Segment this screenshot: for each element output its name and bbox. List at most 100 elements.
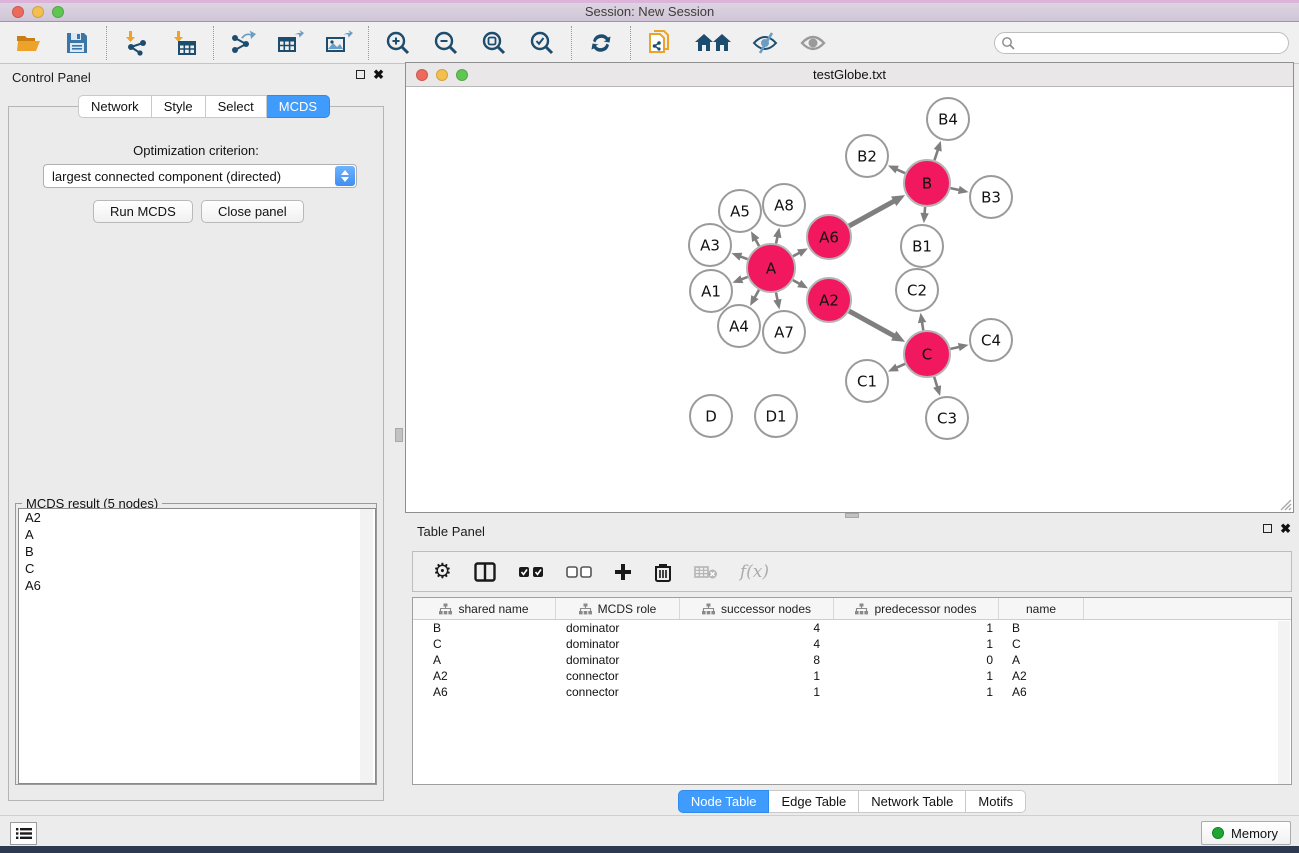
close-panel-icon[interactable]: ✖	[373, 69, 384, 80]
edge-A-A8[interactable]	[776, 236, 777, 243]
graph-node-B1[interactable]: B1	[901, 225, 943, 267]
table-cell[interactable]: C	[413, 637, 556, 651]
run-mcds-button[interactable]: Run MCDS	[93, 200, 193, 223]
table-cell[interactable]: 0	[834, 653, 999, 667]
refresh-layout-icon[interactable]	[586, 28, 616, 58]
table-cell[interactable]: 1	[834, 637, 999, 651]
table-cell[interactable]: dominator	[556, 637, 680, 651]
result-list-item[interactable]: B	[19, 543, 375, 560]
table-cell[interactable]: connector	[556, 685, 680, 699]
table-row[interactable]: Bdominator41B	[413, 620, 1291, 636]
vertical-splitter-handle[interactable]	[395, 428, 403, 442]
edge-A6-B[interactable]	[849, 201, 894, 226]
edge-C-C3[interactable]	[934, 377, 937, 388]
edge-C-C1[interactable]	[896, 364, 905, 368]
graph-node-D1[interactable]: D1	[755, 395, 797, 437]
tab-mcds[interactable]: MCDS	[267, 95, 330, 118]
edge-A-A3[interactable]	[740, 256, 748, 259]
table-cell[interactable]: C	[999, 637, 1084, 651]
network-window-titlebar[interactable]: testGlobe.txt	[406, 63, 1293, 87]
open-session-icon[interactable]	[14, 28, 44, 58]
table-cell[interactable]: B	[999, 621, 1084, 635]
tab-motifs[interactable]: Motifs	[966, 790, 1026, 813]
table-cell[interactable]: 1	[680, 685, 834, 699]
float-panel-icon[interactable]	[356, 70, 365, 79]
table-scrollbar[interactable]	[1278, 621, 1290, 785]
table-cell[interactable]: A	[999, 653, 1084, 667]
delete-column-trash-icon[interactable]	[654, 562, 672, 582]
table-cell[interactable]: A6	[999, 685, 1084, 699]
home-networks-icon[interactable]	[693, 28, 733, 58]
tab-edge-table[interactable]: Edge Table	[769, 790, 859, 813]
graph-node-A6[interactable]: A6	[807, 215, 851, 259]
table-cell[interactable]: B	[413, 621, 556, 635]
export-image-icon[interactable]	[324, 28, 354, 58]
table-cell[interactable]: 4	[680, 621, 834, 635]
table-settings-gear-icon[interactable]: ⚙	[433, 562, 452, 582]
table-row[interactable]: A6connector11A6	[413, 684, 1291, 700]
import-network-icon[interactable]	[121, 28, 151, 58]
graph-node-B[interactable]: B	[904, 160, 950, 206]
edge-B-B1[interactable]	[925, 207, 926, 214]
table-row[interactable]: Adominator80A	[413, 652, 1291, 668]
edge-C-C2[interactable]	[922, 322, 923, 331]
edge-B-B2[interactable]	[896, 169, 905, 173]
edge-A-A6[interactable]	[793, 253, 800, 257]
tab-network[interactable]: Network	[78, 95, 152, 118]
result-list-item[interactable]: C	[19, 560, 375, 577]
graph-node-C[interactable]: C	[904, 331, 950, 377]
table-cell[interactable]: dominator	[556, 653, 680, 667]
graph-node-C3[interactable]: C3	[926, 397, 968, 439]
graph-node-A[interactable]: A	[747, 244, 795, 292]
edge-B-B4[interactable]	[934, 149, 938, 160]
select-all-checkboxes-icon[interactable]	[518, 566, 544, 578]
memory-button[interactable]: Memory	[1201, 821, 1291, 845]
import-table-icon[interactable]	[169, 28, 199, 58]
edge-A-A1[interactable]	[741, 277, 748, 280]
show-eye-icon[interactable]	[799, 28, 829, 58]
table-row[interactable]: A2connector11A2	[413, 668, 1291, 684]
result-list-item[interactable]: A	[19, 526, 375, 543]
graph-node-D[interactable]: D	[690, 395, 732, 437]
export-table-icon[interactable]	[276, 28, 306, 58]
column-header-shared-name[interactable]: shared name	[413, 598, 556, 619]
graph-node-C1[interactable]: C1	[846, 360, 888, 402]
column-header-MCDS-role[interactable]: MCDS role	[556, 598, 680, 619]
table-cell[interactable]: 1	[834, 621, 999, 635]
search-input[interactable]	[994, 32, 1289, 54]
zoom-selected-icon[interactable]	[527, 28, 557, 58]
graph-node-A2[interactable]: A2	[807, 278, 851, 322]
mcds-result-list[interactable]: A2ABCA6	[18, 508, 376, 784]
column-header-name[interactable]: name	[999, 598, 1084, 619]
result-list-scrollbar[interactable]	[360, 509, 373, 783]
table-cell[interactable]: A	[413, 653, 556, 667]
column-header-predecessor-nodes[interactable]: predecessor nodes	[834, 598, 999, 619]
table-cell[interactable]: A2	[999, 669, 1084, 683]
edge-B-B3[interactable]	[950, 188, 959, 190]
tab-style[interactable]: Style	[152, 95, 206, 118]
edge-A-A5[interactable]	[755, 239, 759, 246]
export-network-icon[interactable]	[228, 28, 258, 58]
tab-node-table[interactable]: Node Table	[678, 790, 770, 813]
table-cell[interactable]: connector	[556, 669, 680, 683]
network-canvas[interactable]: B4B2BB3A5A8A3A6B1AA1C2A2A4A7C4CC1DC3D1	[406, 87, 1293, 512]
duplicate-network-icon[interactable]	[645, 28, 675, 58]
tab-network-table[interactable]: Network Table	[859, 790, 966, 813]
task-history-list-button[interactable]	[10, 822, 37, 845]
table-cell[interactable]: 1	[680, 669, 834, 683]
deselect-all-checkboxes-icon[interactable]	[566, 566, 592, 578]
graph-node-B4[interactable]: B4	[927, 98, 969, 140]
graph-node-B2[interactable]: B2	[846, 135, 888, 177]
graph-node-A4[interactable]: A4	[718, 305, 760, 347]
graph-node-A3[interactable]: A3	[689, 224, 731, 266]
tab-select[interactable]: Select	[206, 95, 267, 118]
result-list-item[interactable]: A2	[19, 509, 375, 526]
edge-A-A7[interactable]	[776, 292, 778, 300]
resize-grip-icon[interactable]	[1278, 497, 1292, 511]
table-cell[interactable]: A2	[413, 669, 556, 683]
zoom-fit-icon[interactable]	[479, 28, 509, 58]
result-list-item[interactable]: A6	[19, 577, 375, 594]
save-session-icon[interactable]	[62, 28, 92, 58]
graph-node-A7[interactable]: A7	[763, 311, 805, 353]
edge-A-A4[interactable]	[754, 290, 758, 298]
